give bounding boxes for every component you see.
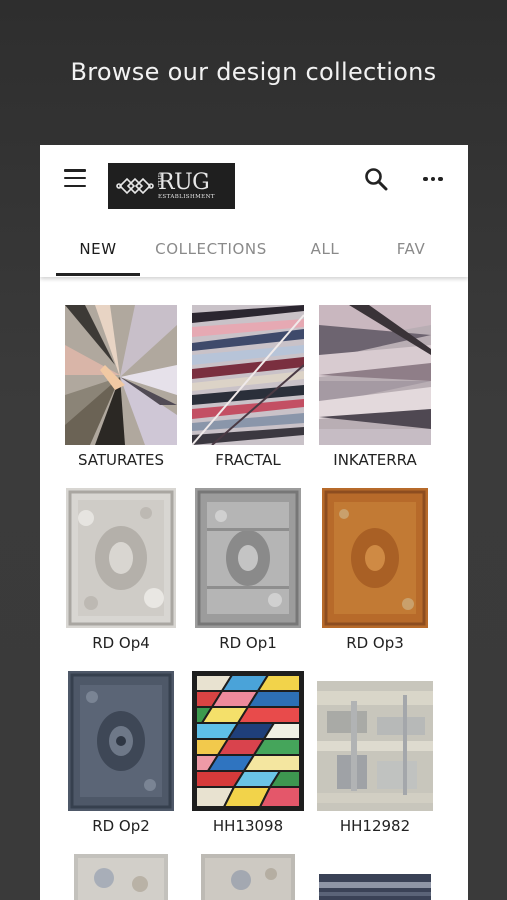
rug-tile-inkaterra[interactable]: INKATERRA [311, 305, 439, 475]
search-icon[interactable] [362, 165, 390, 193]
rug-image-inkaterra [319, 305, 431, 445]
rug-label: SATURATES [77, 451, 165, 469]
rug-label: RD Op2 [92, 817, 150, 835]
rug-image-hh13098 [192, 671, 304, 811]
tab-active-indicator [56, 273, 140, 276]
rug-tile-fractal[interactable]: FRACTAL [184, 305, 312, 475]
rug-label: FRACTAL [215, 451, 281, 469]
rug-tile-rd-op3[interactable]: RD Op3 [311, 488, 439, 658]
logo-subtitle: ESTABLISHMENT [158, 193, 215, 200]
rug-tile-saturates[interactable]: SATURATES [57, 305, 185, 475]
rug-image-partial [201, 854, 295, 900]
rug-label: RD Op4 [92, 634, 150, 652]
rug-label: HH12982 [339, 817, 411, 835]
rug-image-hh12982 [317, 681, 433, 811]
rug-tile-partial[interactable] [184, 854, 312, 900]
rug-grid: SATURATES FRACTAL INKATERRA RD Op4 RD Op… [40, 277, 468, 900]
rug-image-fractal [192, 305, 304, 445]
tab-all[interactable]: ALL [290, 221, 360, 277]
brand-logo: THE RUG ESTABLISHMENT [108, 163, 235, 209]
app-screen: THE RUG ESTABLISHMENT NEW COLLECTIONS AL… [40, 145, 468, 900]
knot-logo-icon [116, 177, 154, 195]
app-bar: THE RUG ESTABLISHMENT NEW COLLECTIONS AL… [40, 145, 468, 277]
rug-tile-rd-op1[interactable]: RD Op1 [184, 488, 312, 658]
rug-tile-rd-op4[interactable]: RD Op4 [57, 488, 185, 658]
tab-collections[interactable]: COLLECTIONS [148, 221, 274, 277]
rug-tile-rd-op2[interactable]: RD Op2 [57, 671, 185, 841]
rug-tile-hh13098[interactable]: HH13098 [184, 671, 312, 841]
rug-image-partial [319, 874, 431, 900]
logo-the-text: THE [158, 173, 165, 187]
rug-image-saturates [65, 305, 177, 445]
rug-tile-hh12982[interactable]: HH12982 [311, 671, 439, 841]
rug-label: HH13098 [212, 817, 284, 835]
rug-image-rd-op4 [66, 488, 176, 628]
tab-new[interactable]: NEW [56, 221, 140, 277]
tab-fav[interactable]: FAV [376, 221, 446, 277]
promo-title: Browse our design collections [70, 58, 437, 86]
rug-label: RD Op3 [346, 634, 404, 652]
rug-tile-partial[interactable] [57, 854, 185, 900]
rug-image-rd-op1 [195, 488, 301, 628]
tab-bar: NEW COLLECTIONS ALL FAV [40, 221, 468, 277]
more-horizontal-icon[interactable] [420, 167, 446, 191]
rug-tile-partial[interactable] [311, 854, 439, 900]
rug-image-rd-op2 [68, 671, 174, 811]
rug-label: RD Op1 [219, 634, 277, 652]
rug-label: INKATERRA [333, 451, 417, 469]
logo-wordmark: RUG [158, 169, 210, 195]
rug-image-rd-op3 [322, 488, 428, 628]
hamburger-menu-icon[interactable] [64, 169, 86, 187]
rug-image-partial [74, 854, 168, 900]
